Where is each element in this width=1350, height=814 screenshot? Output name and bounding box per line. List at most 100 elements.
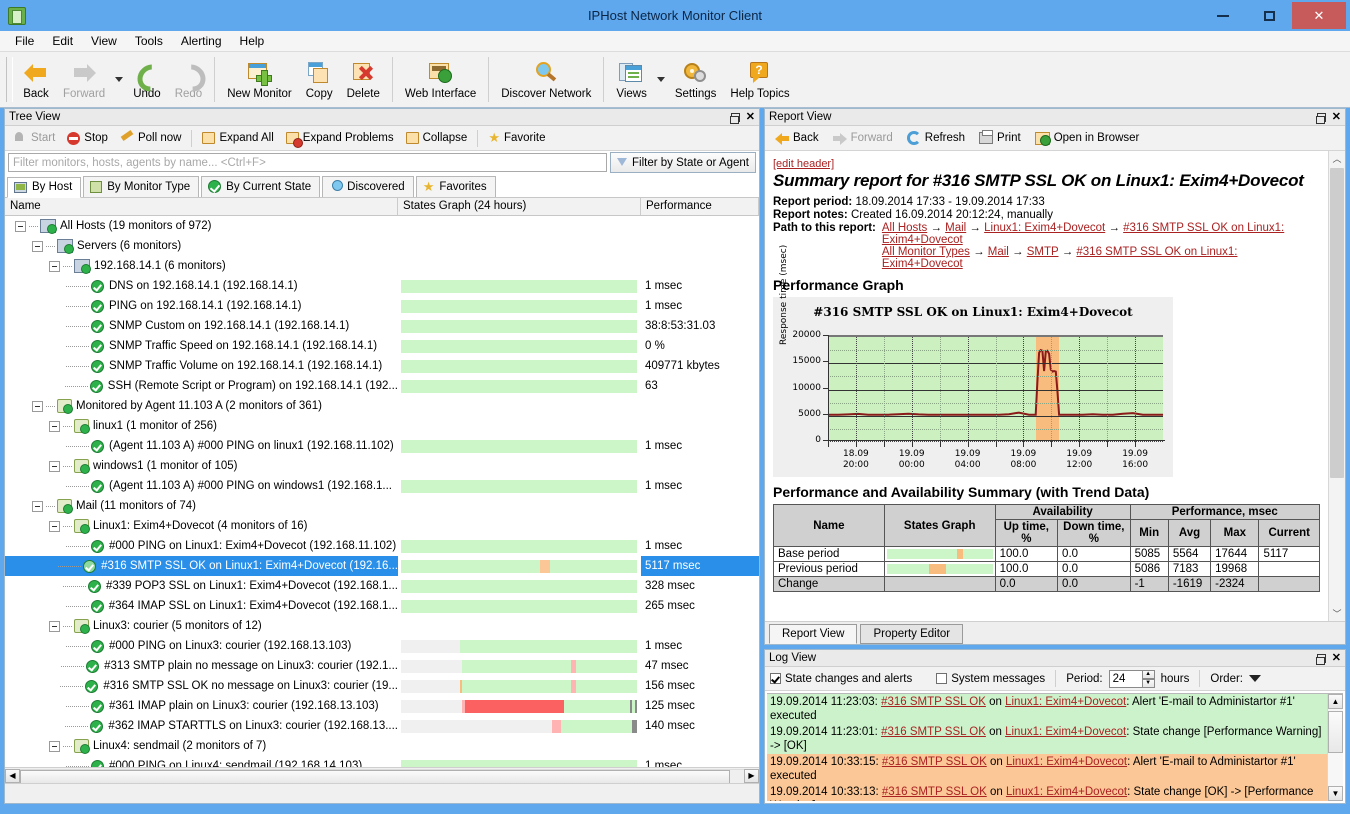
tree-node[interactable]: Monitored by Agent 11.103 A (2 monitors … <box>5 396 398 416</box>
scroll-right-icon[interactable]: ▶ <box>744 768 759 783</box>
tree-node[interactable]: #313 SMTP plain no message on Linux3: co… <box>5 656 398 676</box>
tab-by-monitor-type[interactable]: By Monitor Type <box>83 176 200 197</box>
expander-icon[interactable] <box>32 500 43 512</box>
log-monitor-link[interactable]: #316 SMTP SSL OK <box>881 726 986 738</box>
log-monitor-link[interactable]: #316 SMTP SSL OK <box>882 786 987 798</box>
tree-node[interactable]: #364 IMAP SSL on Linux1: Exim4+Dovecot (… <box>5 596 398 616</box>
tree-node[interactable]: Linux1: Exim4+Dovecot (4 monitors of 16) <box>5 516 398 536</box>
tree-node[interactable]: #361 IMAP plain on Linux3: courier (192.… <box>5 696 398 716</box>
expander-icon[interactable] <box>49 620 60 632</box>
tree-node[interactable]: Servers (6 monitors) <box>5 236 398 256</box>
tree-node[interactable]: (Agent 11.103 A) #000 PING on linux1 (19… <box>5 436 398 456</box>
table-row[interactable]: #364 IMAP SSL on Linux1: Exim4+Dovecot (… <box>5 596 759 616</box>
tree-node[interactable]: #316 SMTP SSL OK no message on Linux3: c… <box>5 676 398 696</box>
table-row[interactable]: All Hosts (19 monitors of 972) <box>5 216 759 236</box>
toolbar-new-monitor-button[interactable]: New Monitor <box>220 52 299 107</box>
table-row[interactable]: SNMP Traffic Volume on 192.168.14.1 (192… <box>5 356 759 376</box>
table-row[interactable]: Linux3: courier (5 monitors of 12) <box>5 616 759 636</box>
toolbar-copy-button[interactable]: Copy <box>299 52 340 107</box>
filter-by-state-button[interactable]: Filter by State or Agent <box>610 152 756 173</box>
tab-property-editor[interactable]: Property Editor <box>860 624 964 644</box>
column-header-states-graph[interactable]: States Graph (24 hours) <box>398 198 641 215</box>
log-monitor-link[interactable]: #316 SMTP SSL OK <box>881 696 986 708</box>
table-row[interactable]: #316 SMTP SSL OK no message on Linux3: c… <box>5 676 759 696</box>
toolbar-redo-button[interactable]: Redo <box>168 52 210 107</box>
scroll-track[interactable] <box>20 768 744 784</box>
tree-node[interactable]: All Hosts (19 monitors of 972) <box>5 216 398 236</box>
log-monitor-link[interactable]: #316 SMTP SSL OK <box>882 756 987 768</box>
scroll-up-icon[interactable]: ▲ <box>1328 694 1343 709</box>
minimize-button[interactable] <box>1200 2 1246 29</box>
column-header-performance[interactable]: Performance <box>641 198 759 215</box>
toolbar-forward-button[interactable]: Forward <box>56 52 112 107</box>
report-refresh-button[interactable]: Refresh <box>900 129 972 147</box>
table-row[interactable]: Servers (6 monitors) <box>5 236 759 256</box>
table-row[interactable]: #339 POP3 SSL on Linux1: Exim4+Dovecot (… <box>5 576 759 596</box>
tree-start-button[interactable]: Start <box>7 129 61 147</box>
tree-node[interactable]: Mail (11 monitors of 74) <box>5 496 398 516</box>
list-item[interactable]: 19.09.2014 10:33:15: #316 SMTP SSL OK on… <box>767 754 1327 784</box>
menu-alerting[interactable]: Alerting <box>172 32 231 50</box>
period-stepper[interactable]: ▲ ▼ <box>1108 669 1155 688</box>
report-back-button[interactable]: Back <box>768 130 826 146</box>
table-row[interactable]: 192.168.14.1 (6 monitors) <box>5 256 759 276</box>
tree-expand-problems-button[interactable]: Expand Problems <box>280 130 400 148</box>
list-item[interactable]: 19.09.2014 10:33:13: #316 SMTP SSL OK on… <box>767 784 1327 801</box>
period-input[interactable] <box>1108 669 1143 688</box>
close-button[interactable]: ✕ <box>1292 2 1346 29</box>
search-input[interactable] <box>8 153 608 172</box>
scroll-track[interactable] <box>1328 709 1343 786</box>
column-header-name[interactable]: Name <box>5 198 398 215</box>
breadcrumb-link[interactable]: Linux1: Exim4+Dovecot <box>984 222 1105 234</box>
breadcrumb-link[interactable]: All Hosts <box>882 222 927 234</box>
table-row[interactable]: #316 SMTP SSL OK on Linux1: Exim4+Doveco… <box>5 556 759 576</box>
tree-node[interactable]: SNMP Custom on 192.168.14.1 (192.168.14.… <box>5 316 398 336</box>
tree-node[interactable]: windows1 (1 monitor of 105) <box>5 456 398 476</box>
toolbar-views-button[interactable]: Views <box>609 52 653 107</box>
tree-node[interactable]: linux1 (1 monitor of 256) <box>5 416 398 436</box>
scroll-track[interactable] <box>1329 166 1345 606</box>
history-dropdown-button[interactable] <box>112 52 126 107</box>
menu-edit[interactable]: Edit <box>43 32 82 50</box>
chevron-down-icon[interactable] <box>1249 675 1261 682</box>
breadcrumb-link[interactable]: SMTP <box>1027 246 1059 258</box>
expander-icon[interactable] <box>49 520 60 532</box>
toolbar-undo-button[interactable]: Undo <box>126 52 168 107</box>
expander-icon[interactable] <box>15 220 26 232</box>
table-row[interactable]: DNS on 192.168.14.1 (192.168.14.1) 1 msec <box>5 276 759 296</box>
expander-icon[interactable] <box>49 740 60 752</box>
expander-icon[interactable] <box>49 460 60 472</box>
table-row[interactable]: Linux1: Exim4+Dovecot (4 monitors of 16) <box>5 516 759 536</box>
log-vertical-scrollbar[interactable]: ▲ ▼ <box>1327 694 1343 801</box>
table-row[interactable]: SSH (Remote Script or Program) on 192.16… <box>5 376 759 396</box>
tree-node[interactable]: (Agent 11.103 A) #000 PING on windows1 (… <box>5 476 398 496</box>
table-row[interactable]: (Agent 11.103 A) #000 PING on windows1 (… <box>5 476 759 496</box>
scroll-down-icon[interactable]: ﹀ <box>1329 606 1345 621</box>
report-forward-button[interactable]: Forward <box>826 130 900 146</box>
report-print-button[interactable]: Print <box>972 130 1028 146</box>
tree-horizontal-scrollbar[interactable]: ◀ ▶ <box>5 767 759 784</box>
tab-report-view[interactable]: Report View <box>769 624 858 644</box>
menu-file[interactable]: File <box>6 32 43 50</box>
toolbar-web-interface-button[interactable]: Web Interface <box>398 52 483 107</box>
tab-discovered[interactable]: Discovered <box>322 176 414 197</box>
expander-icon[interactable] <box>49 260 60 272</box>
tree-favorite-button[interactable]: ★ Favorite <box>482 130 551 146</box>
close-icon[interactable]: ✕ <box>1332 652 1341 663</box>
table-row[interactable]: #000 PING on Linux1: Exim4+Dovecot (192.… <box>5 536 759 556</box>
table-row[interactable]: #000 PING on Linux3: courier (192.168.13… <box>5 636 759 656</box>
log-host-link[interactable]: Linux1: Exim4+Dovecot <box>1006 756 1127 768</box>
table-row[interactable]: Mail (11 monitors of 74) <box>5 496 759 516</box>
tab-by-current-state[interactable]: By Current State <box>201 176 321 197</box>
tree-node[interactable]: #362 IMAP STARTTLS on Linux3: courier (1… <box>5 716 398 736</box>
table-row[interactable]: windows1 (1 monitor of 105) <box>5 456 759 476</box>
tree-node[interactable]: DNS on 192.168.14.1 (192.168.14.1) <box>5 276 398 296</box>
menu-help[interactable]: Help <box>231 32 274 50</box>
maximize-button[interactable] <box>1246 2 1292 29</box>
tree-collapse-button[interactable]: Collapse <box>400 130 474 146</box>
tree-node[interactable]: #000 PING on Linux1: Exim4+Dovecot (192.… <box>5 536 398 556</box>
tree-node[interactable]: #000 PING on Linux4: sendmail (192.168.1… <box>5 756 398 767</box>
log-host-link[interactable]: Linux1: Exim4+Dovecot <box>1005 696 1126 708</box>
table-row[interactable]: #000 PING on Linux4: sendmail (192.168.1… <box>5 756 759 767</box>
edit-header-link[interactable]: [edit header] <box>773 158 834 170</box>
